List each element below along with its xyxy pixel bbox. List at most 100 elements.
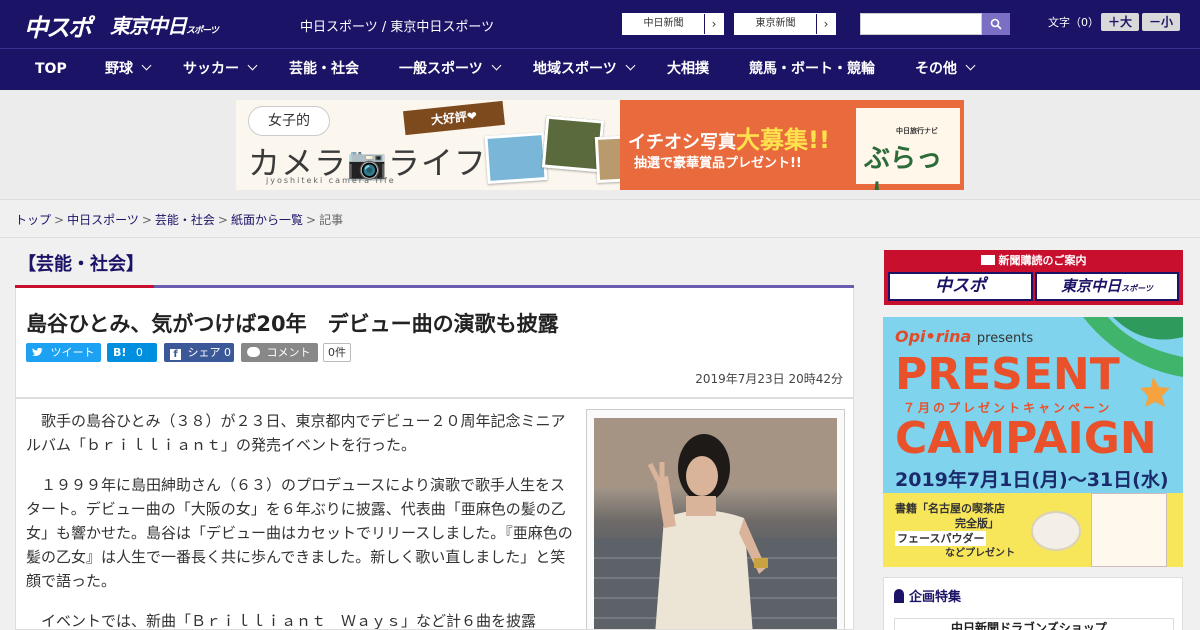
nav-item-sumo[interactable]: 大相撲 — [667, 49, 709, 90]
ad-banner-area: 女子的 カメラ📷ライフ jyoshiteki camera life 大好評❤ … — [0, 90, 1200, 200]
ribbon-icon — [894, 589, 904, 603]
breadcrumb-paper-list[interactable]: 紙面から一覧 — [231, 213, 303, 227]
font-size-label: 文字（0） — [1048, 16, 1099, 29]
chevron-down-icon — [491, 60, 502, 71]
category-label: 【芸能・社会】 — [18, 254, 144, 275]
dragons-shop-link[interactable]: 中日新聞ドラゴンズショップ — [894, 618, 1174, 630]
chuspo-logo[interactable]: 中スポ — [24, 8, 92, 43]
tokyo-logo-text: 東京中日 — [110, 14, 187, 38]
banner-tag: 女子的 — [248, 106, 330, 136]
banner-main-big: 大募集!! — [736, 126, 830, 154]
present-brand-name: Opi•rina — [895, 327, 972, 346]
dragons-shop-label: 中日新聞ドラゴンズショップ — [951, 621, 1107, 630]
banner-brand: 中日旅行ナビ ぶらっ人 — [856, 108, 960, 190]
book-cover-image — [1091, 493, 1167, 567]
camera-life-banner[interactable]: 女子的 カメラ📷ライフ jyoshiteki camera life 大好評❤ … — [236, 100, 964, 190]
present-brand: Opi•rina presents — [895, 327, 1033, 346]
header-site-title: 中日スポーツ / 東京中日スポーツ — [300, 20, 495, 35]
chevron-down-icon — [965, 60, 976, 71]
hatena-bookmark-button[interactable]: B! 0 — [107, 343, 157, 362]
search-button[interactable] — [982, 13, 1010, 35]
twitter-icon — [32, 347, 43, 357]
subscribe-chuspo-button[interactable]: 中スポ — [888, 272, 1033, 301]
nav-item-general-sports[interactable]: 一般スポーツ — [399, 49, 502, 90]
tokyo-shimbun-link[interactable]: 東京新聞 › — [734, 13, 836, 35]
nav-label: サッカー — [183, 61, 239, 77]
subscription-box: 新聞購読のご案内 中スポ 東京中日スポーツ — [884, 250, 1183, 305]
nav-label: 競馬・ボート・競輪 — [749, 61, 875, 77]
feature-title-text: 企画特集 — [909, 590, 962, 605]
banner-photo-seagull — [484, 131, 548, 185]
banner-prize: 抽選で豪華賞品プレゼント!! — [634, 156, 802, 171]
subscribe-tokyo-chunichi-button[interactable]: 東京中日スポーツ — [1035, 272, 1179, 301]
nav-item-other[interactable]: その他 — [915, 49, 976, 90]
article-header: 島谷ひとみ、気がつけば20年 デビュー曲の演歌も披露 ツイート B! 0 f シ… — [15, 288, 854, 398]
banner-left: 女子的 カメラ📷ライフ jyoshiteki camera life 大好評❤ — [236, 100, 638, 190]
article-paragraph: イベントでは、新曲「Ｂｒｉｌｌｉａｎｔ Ｗａｙｓ」など計６曲を披露 — [26, 612, 537, 630]
subscribe-tokyo-small: スポーツ — [1121, 284, 1153, 293]
subscribe-tokyo-label: 東京中日 — [1061, 277, 1122, 295]
banner-photos — [484, 112, 638, 190]
nav-item-soccer[interactable]: サッカー — [183, 49, 258, 90]
nav-item-local-sports[interactable]: 地域スポーツ — [533, 49, 636, 90]
present-campaign-ad[interactable]: Opi•rina presents PRESENT ７月のプレゼントキャンペーン… — [883, 317, 1183, 567]
subscription-title-text: 新聞購読のご案内 — [998, 254, 1087, 267]
banner-main-1: イチオシ写真 — [628, 132, 736, 153]
font-larger-button[interactable]: ＋大 — [1101, 13, 1139, 31]
breadcrumb-entertainment[interactable]: 芸能・社会 — [155, 213, 215, 227]
facebook-icon: f — [170, 349, 181, 360]
present-item-line: フェースパウダー — [895, 531, 987, 546]
campaign-headline: CAMPAIGN — [895, 413, 1157, 464]
article-photo[interactable] — [594, 418, 837, 629]
nav-item-entertainment[interactable]: 芸能・社会 — [289, 49, 359, 90]
article-headline: 島谷ひとみ、気がつけば20年 デビュー曲の演歌も披露 — [26, 312, 559, 336]
feature-section: 企画特集 中日新聞ドラゴンズショップ — [883, 577, 1183, 630]
tweet-label: ツイート — [50, 346, 95, 359]
comment-label: コメント — [266, 346, 311, 359]
breadcrumb-separator: > — [54, 213, 65, 227]
present-items-text: 書籍「名古屋の喫茶店 完全版」 フェースパウダー などプレゼント — [895, 501, 1015, 561]
search-icon — [990, 18, 1002, 30]
nav-label: 大相撲 — [667, 61, 709, 77]
speech-bubble-icon — [247, 347, 260, 357]
tweet-button[interactable]: ツイート — [26, 343, 101, 362]
present-item-line: 書籍「名古屋の喫茶店 — [895, 502, 1005, 515]
chevron-right-icon: › — [823, 17, 829, 31]
tokyo-chunichi-logo[interactable]: 東京中日スポーツ — [110, 10, 219, 39]
nav-item-racing[interactable]: 競馬・ボート・競輪 — [749, 49, 875, 90]
tokyo-logo-small: スポーツ — [186, 26, 219, 36]
hatena-count: 0 — [135, 346, 143, 359]
ext-link-label: 東京新聞 — [735, 14, 817, 34]
newspaper-icon — [980, 255, 995, 265]
nav-label: 芸能・社会 — [289, 61, 359, 77]
article-body: 歌手の島谷ひとみ（３８）が２３日、東京都内でデビュー２０周年記念ミニアルバム「ｂ… — [15, 398, 854, 630]
breadcrumb-separator: > — [306, 213, 317, 227]
present-brand-suffix: presents — [976, 331, 1034, 346]
comment-button[interactable]: コメント — [241, 343, 318, 362]
hatena-icon: B! — [113, 346, 127, 359]
singer-photo-illustration — [594, 418, 837, 629]
chevron-down-icon — [625, 60, 636, 71]
nav-label: 地域スポーツ — [533, 61, 617, 77]
breadcrumb-chunichi-sports[interactable]: 中日スポーツ — [67, 213, 139, 227]
present-item-line: 完全版」 — [955, 517, 999, 530]
search-input[interactable] — [860, 13, 982, 35]
breadcrumb-top[interactable]: トップ — [15, 213, 51, 227]
comment-count[interactable]: 0件 — [323, 343, 351, 362]
breadcrumb-separator: > — [141, 213, 152, 227]
chevron-down-icon — [247, 60, 258, 71]
article-photo-frame — [586, 409, 845, 629]
font-smaller-button[interactable]: －小 — [1142, 13, 1180, 31]
nav-label: 一般スポーツ — [399, 61, 483, 77]
banner-brand-small: 中日旅行ナビ — [896, 127, 938, 135]
facebook-share-button[interactable]: f シェア 0 — [164, 343, 234, 362]
nav-item-top[interactable]: TOP — [35, 49, 67, 90]
breadcrumb-current: 記事 — [319, 213, 344, 227]
article-paragraph: 歌手の島谷ひとみ（３８）が２３日、東京都内でデビュー２０周年記念ミニアルバム「ｂ… — [26, 412, 566, 454]
banner-main-text: イチオシ写真大募集!! — [628, 120, 830, 155]
ext-link-label: 中日新聞 — [623, 14, 705, 34]
banner-brand-big: ぶらっ人 — [864, 144, 943, 190]
nav-item-baseball[interactable]: 野球 — [105, 49, 152, 90]
chunichi-shimbun-link[interactable]: 中日新聞 › — [622, 13, 724, 35]
article-paragraph: １９９９年に島田紳助さん（６３）のプロデュースにより演歌で歌手人生をスタート。デ… — [26, 476, 573, 590]
